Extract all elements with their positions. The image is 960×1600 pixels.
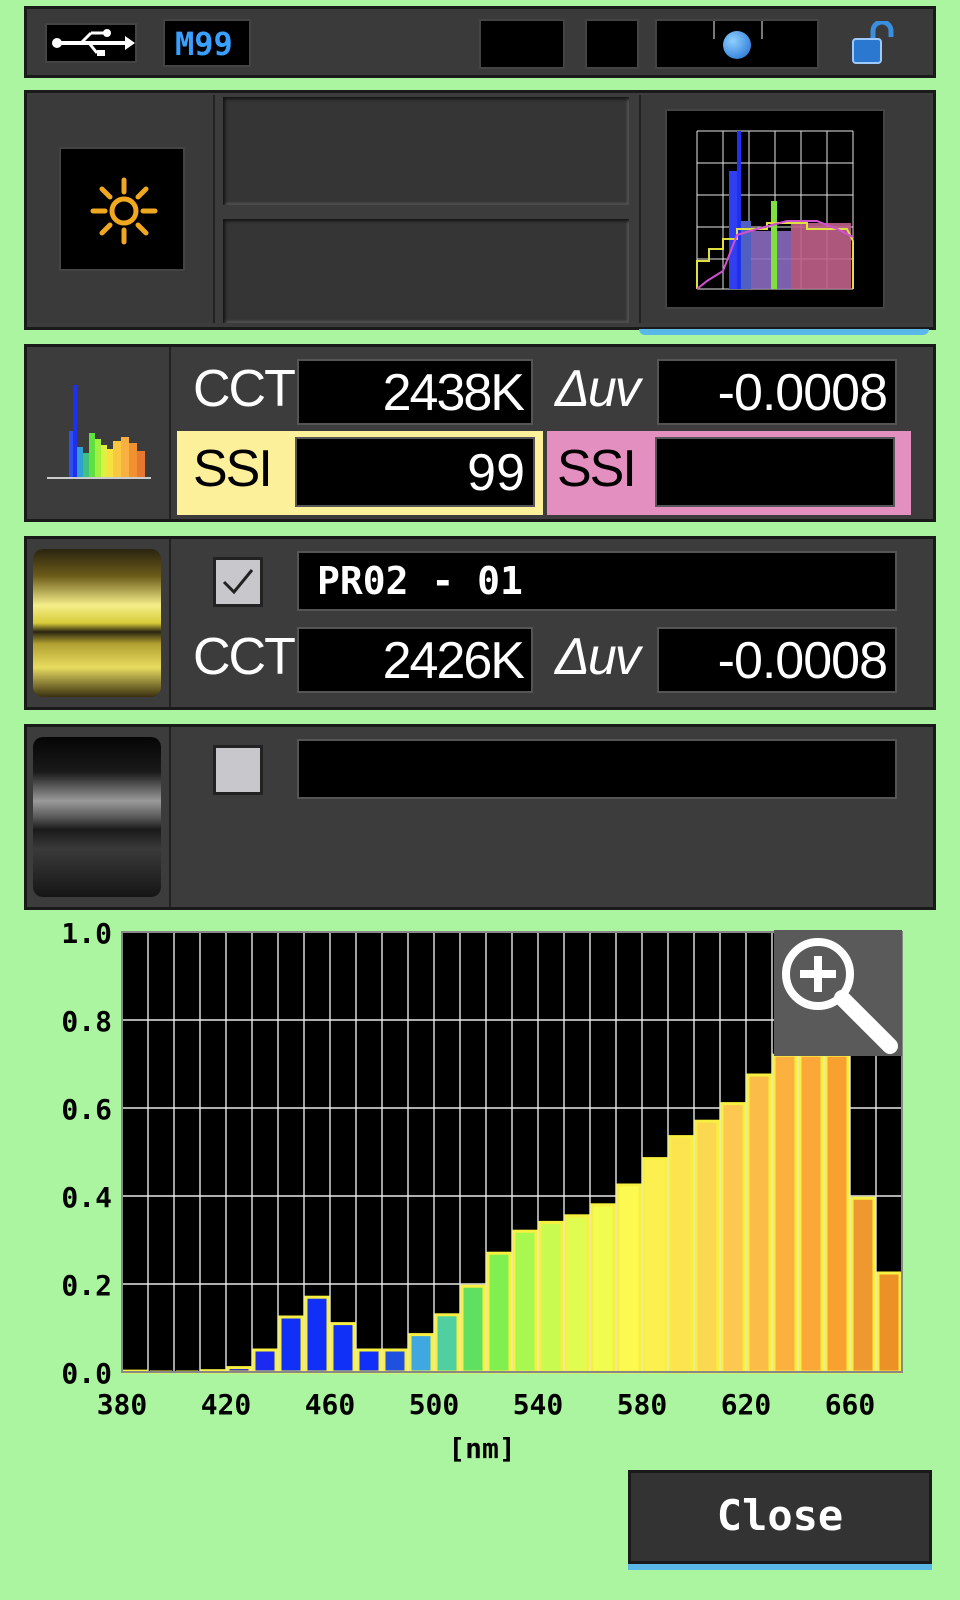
spectrum-bar xyxy=(382,1348,408,1374)
duv-value: -0.0008 xyxy=(717,364,888,422)
spectrum-bar xyxy=(616,1183,642,1374)
x-tick-label: 620 xyxy=(721,1388,772,1421)
status-slot-1 xyxy=(479,19,565,69)
spectrum-bar xyxy=(850,1196,876,1374)
reference-1-panel: PR02 - 01 CCT 2426K Δuv -0.0008 xyxy=(24,536,936,710)
spectrum-bar xyxy=(512,1229,538,1374)
usb-icon xyxy=(45,23,137,63)
cct-label: CCT xyxy=(193,360,296,418)
reference-1-duv-label: Δuv xyxy=(555,628,641,686)
cct-value-box: 2438K xyxy=(297,359,533,425)
spectrum-bar xyxy=(720,1102,746,1374)
measurement-spectrum-icon xyxy=(43,381,155,481)
ssi-primary-label: SSI xyxy=(193,440,273,498)
spectrum-bar xyxy=(876,1271,902,1374)
y-tick-label: 0.0 xyxy=(61,1357,112,1390)
reference-1-name: PR02 - 01 xyxy=(317,559,523,603)
y-tick-label: 0.8 xyxy=(61,1005,112,1038)
ssi-secondary-field[interactable]: SSI xyxy=(547,431,911,515)
y-tick-label: 1.0 xyxy=(61,917,112,950)
spectrum-bar xyxy=(330,1322,356,1374)
spectrum-bar xyxy=(590,1203,616,1374)
spectrum-bar xyxy=(772,1053,798,1374)
lock-open-icon[interactable] xyxy=(849,19,899,67)
x-tick-label: 660 xyxy=(825,1388,876,1421)
mode-panel xyxy=(24,90,936,335)
spectrum-bar xyxy=(460,1284,486,1374)
x-axis-label: [nm] xyxy=(448,1432,515,1465)
ssi-primary-value: 99 xyxy=(467,444,525,502)
duv-label: Δuv xyxy=(555,360,641,418)
spectrum-bar xyxy=(798,1053,824,1374)
spectrum-bar xyxy=(746,1073,772,1374)
zoom-in-icon xyxy=(782,938,898,1054)
close-button-label: Close xyxy=(716,1491,844,1540)
reference-1-duv-box: -0.0008 xyxy=(657,627,897,693)
reference-1-cct-box: 2426K xyxy=(297,627,533,693)
close-button[interactable]: Close xyxy=(628,1470,932,1564)
reference-2-checkbox[interactable] xyxy=(213,745,263,795)
spectrum-bar xyxy=(642,1157,668,1374)
duv-value-box: -0.0008 xyxy=(657,359,897,425)
reference-1-duv-value: -0.0008 xyxy=(717,632,888,690)
spectrum-bar xyxy=(252,1348,278,1374)
x-tick-label: 380 xyxy=(97,1388,148,1421)
spectrum-bar xyxy=(668,1135,694,1374)
reference-2-selector[interactable] xyxy=(33,737,161,897)
reference-1-cct-label: CCT xyxy=(193,628,296,686)
spectrum-bar xyxy=(538,1220,564,1374)
measurement-panel: CCT 2438K Δuv -0.0008 SSI 99 SSI xyxy=(24,344,936,522)
spectrum-bar xyxy=(694,1119,720,1374)
reference-2-name-box[interactable] xyxy=(297,739,897,799)
ssi-secondary-label: SSI xyxy=(557,440,637,498)
level-bubble-icon xyxy=(723,31,751,59)
spectrum-bar xyxy=(408,1333,434,1374)
ssi-secondary-value-box xyxy=(655,437,895,507)
reference-1-cct-value: 2426K xyxy=(382,632,525,690)
y-tick-label: 0.2 xyxy=(61,1269,112,1302)
spectrum-thumbnail xyxy=(665,109,885,309)
spectrum-bar xyxy=(304,1295,330,1374)
x-tick-label: 580 xyxy=(617,1388,668,1421)
spectrum-bar xyxy=(278,1315,304,1374)
spectrum-bar xyxy=(824,1053,850,1374)
memory-badge: M99 xyxy=(163,19,251,67)
memory-label: M99 xyxy=(175,25,233,63)
spectrum-chart: 0.0 0.2 0.4 0.6 0.8 1.0 380 420 460 500 540 580 620 6… xyxy=(0,910,960,1470)
zoom-in-button[interactable] xyxy=(774,930,902,1056)
reference-1-name-box[interactable]: PR02 - 01 xyxy=(297,551,897,611)
ssi-primary-field[interactable]: SSI 99 xyxy=(177,431,543,515)
mode-select-button[interactable] xyxy=(29,95,215,323)
mode-info-upper[interactable] xyxy=(223,97,629,205)
spectrum-bar xyxy=(564,1214,590,1374)
cct-value: 2438K xyxy=(382,364,525,422)
status-slot-2 xyxy=(585,19,639,69)
level-indicator xyxy=(655,19,819,69)
spectrum-bar xyxy=(356,1348,382,1374)
x-tick-label: 500 xyxy=(409,1388,460,1421)
spectrum-bar xyxy=(486,1251,512,1374)
x-tick-label: 540 xyxy=(513,1388,564,1421)
x-tick-label: 460 xyxy=(305,1388,356,1421)
reference-1-checkbox[interactable] xyxy=(213,557,263,607)
y-tick-label: 0.6 xyxy=(61,1093,112,1126)
reference-1-selector[interactable] xyxy=(33,549,161,697)
light-mode-display xyxy=(59,147,185,271)
reference-2-panel xyxy=(24,724,936,910)
sun-icon xyxy=(89,176,159,250)
y-tick-label: 0.4 xyxy=(61,1181,112,1214)
spectrum-bar xyxy=(434,1313,460,1374)
status-bar: M99 xyxy=(24,6,936,78)
ssi-primary-value-box: 99 xyxy=(295,437,535,507)
spectrum-view-button[interactable] xyxy=(639,95,931,323)
mode-info-lower[interactable] xyxy=(223,219,629,323)
x-tick-label: 420 xyxy=(201,1388,252,1421)
